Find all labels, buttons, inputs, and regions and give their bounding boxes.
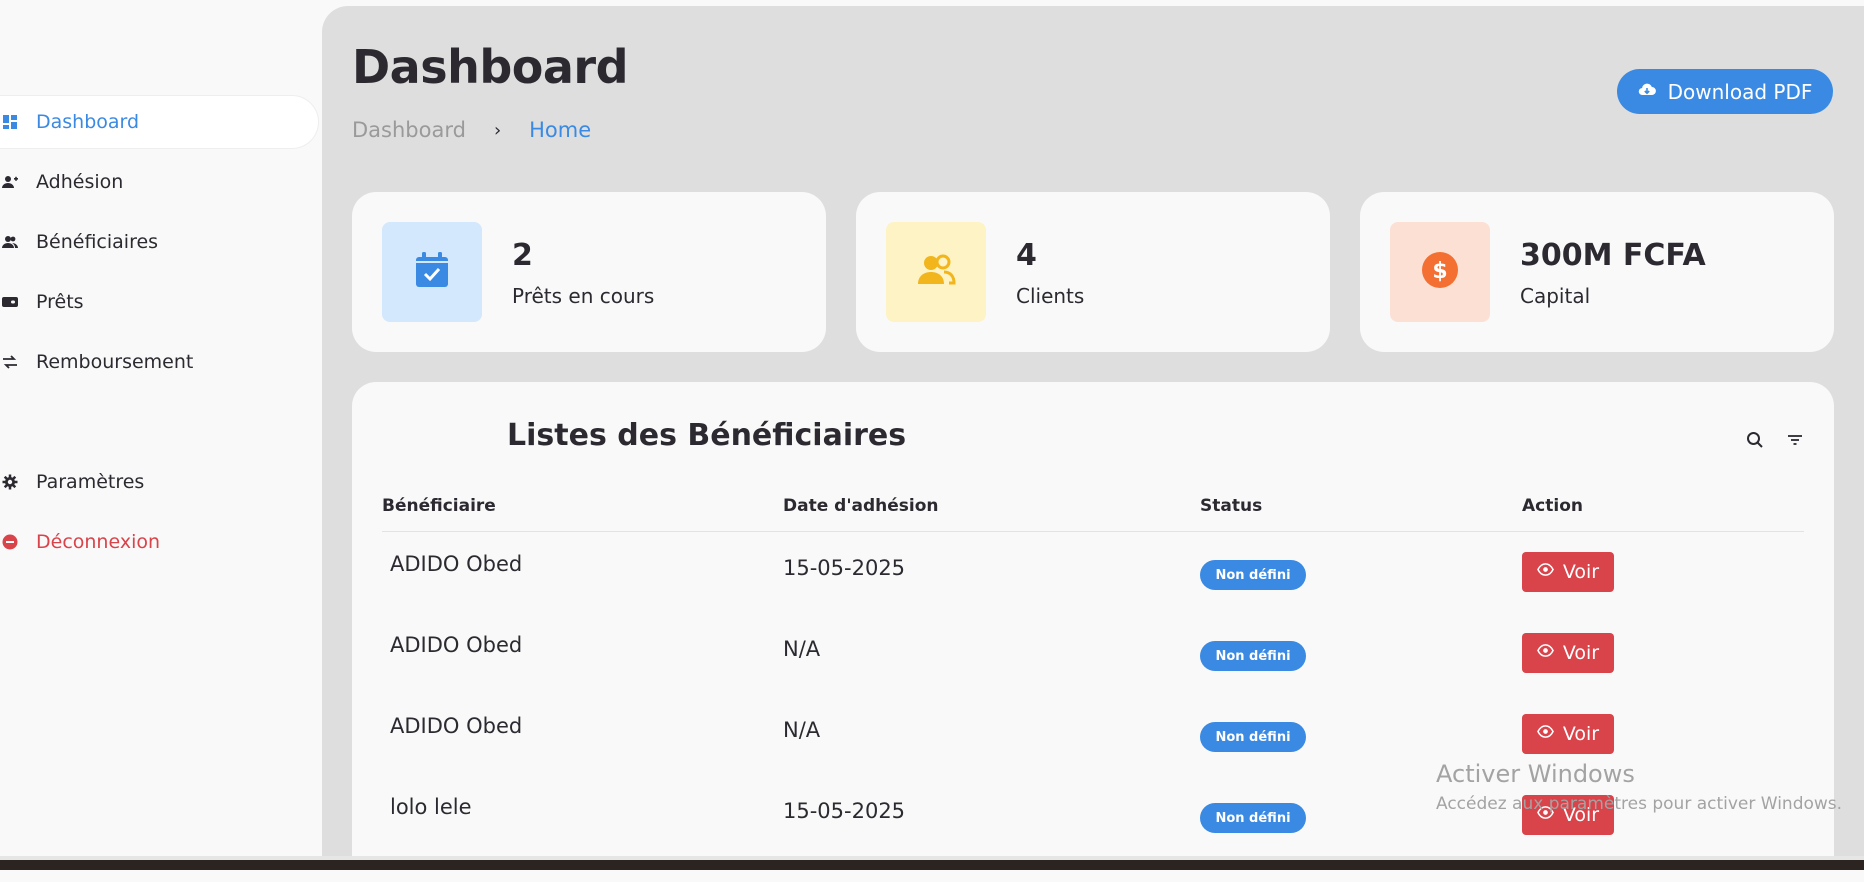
stat-label: Clients: [1016, 284, 1085, 308]
stat-value: 300M FCFA: [1520, 238, 1706, 273]
taskbar: [0, 860, 1864, 870]
beneficiaire-name: ADIDO Obed: [390, 552, 523, 576]
column-header[interactable]: Action: [1522, 496, 1583, 516]
sidebar: Dashboard Adhésion Bénéficiaires Prêts R…: [0, 0, 322, 860]
eye-icon: [1536, 723, 1554, 745]
sidebar-item-label: Déconnexion: [36, 531, 161, 553]
beneficiaire-name: lolo lele: [390, 795, 472, 819]
breadcrumb-item[interactable]: Dashboard: [352, 118, 466, 142]
sidebar-item-parametres[interactable]: Paramètres: [0, 456, 318, 508]
adhesion-date: N/A: [783, 718, 821, 742]
stat-card-capital: $ 300M FCFA Capital: [1360, 192, 1834, 352]
table-header: Bénéficiaire Date d'adhésion Status Acti…: [382, 484, 1804, 532]
sidebar-item-label: Adhésion: [36, 171, 124, 193]
svg-text:$: $: [1432, 259, 1447, 284]
filter-icon[interactable]: [1785, 430, 1805, 450]
sidebar-item-label: Dashboard: [36, 111, 140, 133]
sidebar-item-remboursement[interactable]: Remboursement: [0, 336, 318, 388]
stat-icon-box: [382, 222, 482, 322]
table-row: ADIDO Obed N/A Non défini Voir: [382, 617, 1804, 698]
voir-button[interactable]: Voir: [1522, 714, 1614, 754]
stat-icon-box: $: [1390, 222, 1490, 322]
sidebar-item-label: Paramètres: [36, 471, 145, 493]
table-title: Listes des Bénéficiaires: [507, 418, 907, 453]
stat-icon-box: [886, 222, 986, 322]
sidebar-item-adhesion[interactable]: Adhésion: [0, 156, 318, 208]
users-icon: [916, 250, 956, 294]
users-icon: [2, 234, 18, 250]
breadcrumb-item-current[interactable]: Home: [529, 118, 591, 142]
cloud-download-icon: [1638, 80, 1656, 104]
watermark-subtitle: Accédez aux paramètres pour activer Wind…: [1436, 794, 1843, 814]
stat-card-prets: 2 Prêts en cours: [352, 192, 826, 352]
wallet-icon: [2, 294, 18, 310]
status-badge: Non défini: [1200, 722, 1306, 752]
gear-icon: [2, 474, 18, 490]
dollar-icon: $: [1420, 250, 1460, 294]
status-badge: Non défini: [1200, 803, 1306, 833]
eye-icon: [1536, 642, 1554, 664]
sidebar-item-label: Bénéficiaires: [36, 231, 159, 253]
calendar-check-icon: [412, 250, 452, 294]
sidebar-item-beneficiaires[interactable]: Bénéficiaires: [0, 216, 318, 268]
breadcrumb: Dashboard › Home: [352, 118, 591, 142]
windows-activation-watermark: Activer Windows Accédez aux paramètres p…: [1436, 760, 1842, 814]
download-pdf-button[interactable]: Download PDF: [1617, 69, 1833, 114]
watermark-title: Activer Windows: [1436, 760, 1635, 788]
beneficiaire-name: ADIDO Obed: [390, 633, 523, 657]
sidebar-header: [0, 0, 322, 92]
stat-value: 2: [512, 238, 533, 273]
adhesion-date: 15-05-2025: [783, 799, 906, 823]
download-pdf-label: Download PDF: [1667, 79, 1813, 104]
voir-label: Voir: [1562, 723, 1600, 745]
beneficiaire-name: ADIDO Obed: [390, 714, 523, 738]
column-header[interactable]: Status: [1200, 496, 1262, 516]
eye-icon: [1536, 561, 1554, 583]
swap-icon: [2, 354, 18, 370]
sidebar-item-label: Remboursement: [36, 351, 194, 373]
logout-icon: [2, 534, 18, 550]
sidebar-item-prets[interactable]: Prêts: [0, 276, 318, 328]
voir-button[interactable]: Voir: [1522, 633, 1614, 673]
status-badge: Non défini: [1200, 560, 1306, 590]
status-badge: Non défini: [1200, 641, 1306, 671]
sidebar-item-deconnexion[interactable]: Déconnexion: [0, 516, 318, 568]
table-row: ADIDO Obed 15-05-2025 Non défini Voir: [382, 536, 1804, 617]
stat-label: Prêts en cours: [512, 284, 655, 308]
adhesion-date: 15-05-2025: [783, 556, 906, 580]
user-plus-icon: [2, 174, 18, 190]
search-icon[interactable]: [1745, 430, 1765, 450]
sidebar-item-dashboard[interactable]: Dashboard: [0, 96, 318, 148]
page-title: Dashboard: [352, 40, 629, 94]
voir-button[interactable]: Voir: [1522, 552, 1614, 592]
sidebar-item-label: Prêts: [36, 291, 84, 313]
stat-value: 4: [1016, 238, 1037, 273]
column-header[interactable]: Date d'adhésion: [783, 496, 939, 516]
voir-label: Voir: [1562, 642, 1600, 664]
adhesion-date: N/A: [783, 637, 821, 661]
stat-label: Capital: [1520, 284, 1591, 308]
chevron-right-icon: ›: [493, 119, 502, 141]
stat-card-clients: 4 Clients: [856, 192, 1330, 352]
column-header[interactable]: Bénéficiaire: [382, 496, 496, 516]
voir-label: Voir: [1562, 561, 1600, 583]
dashboard-icon: [2, 114, 18, 130]
main-content: Dashboard Dashboard › Home Download PDF …: [322, 6, 1864, 882]
